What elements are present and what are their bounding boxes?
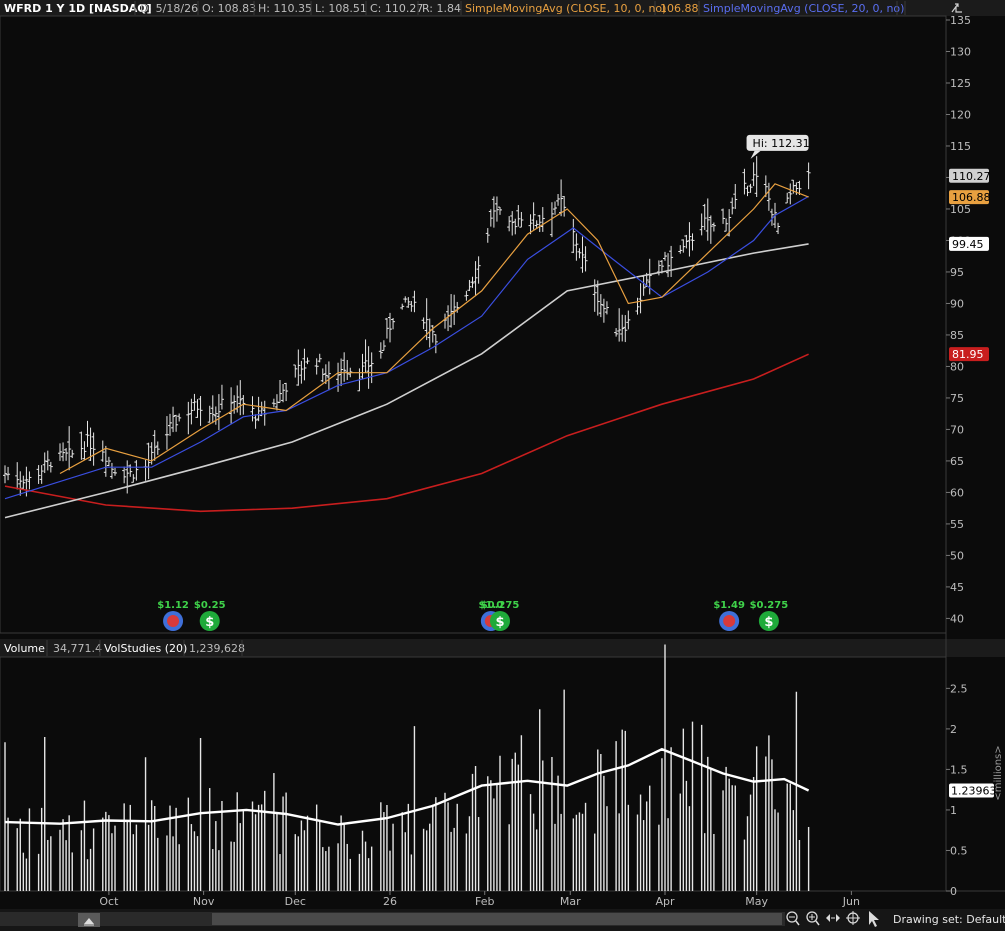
- time-tick-label: Oct: [99, 895, 119, 908]
- price-label: 99.45: [949, 236, 989, 251]
- price-label-text: 106.88: [952, 191, 991, 204]
- dividend-label: $0.275: [481, 600, 520, 611]
- price-tick-label: 65: [950, 455, 964, 468]
- earnings-icon-core: [723, 615, 736, 627]
- time-tick-label: May: [745, 895, 768, 908]
- time-axis: Oct Nov Dec 26 Feb Mar Apr May Jun: [99, 891, 860, 908]
- range-label: R: 1.84: [422, 2, 461, 15]
- scroll-left-icon[interactable]: [78, 913, 100, 927]
- price-tick-label: 125: [950, 77, 971, 90]
- price-tick-label: 60: [950, 486, 964, 499]
- price-tick-label: 130: [950, 45, 971, 58]
- volume-tick-label: 2: [950, 723, 957, 736]
- volstudies-label[interactable]: VolStudies (20): [104, 642, 187, 655]
- volume-tick-label: 1.5: [950, 763, 968, 776]
- price-tick-label: 40: [950, 612, 964, 625]
- symbol-label[interactable]: WFRD 1 Y 1D [NASDAQ]: [4, 2, 152, 15]
- price-tick-label: 105: [950, 203, 971, 216]
- scrollbar-thumb[interactable]: [212, 913, 782, 925]
- price-tick-label: 70: [950, 423, 964, 436]
- time-tick-label: Mar: [560, 895, 581, 908]
- price-tick-label: 85: [950, 329, 964, 342]
- dividend-icon-glyph: $: [764, 615, 773, 630]
- sma10-value: 106.88: [660, 2, 699, 15]
- price-label-text: 81.95: [952, 348, 984, 361]
- low-label: L: 108.51: [315, 2, 367, 15]
- dividend-label: $0.25: [194, 600, 226, 611]
- dividend-icon-glyph: $: [495, 615, 504, 630]
- dividend-icon-glyph: $: [205, 615, 214, 630]
- earnings-label: $1.49: [713, 600, 745, 611]
- time-tick-label: Feb: [475, 895, 494, 908]
- volume-tick-label: 2.5: [950, 682, 968, 695]
- volume-value: 34,771.4: [53, 642, 102, 655]
- stock-chart[interactable]: WFRD 1 Y 1D [NASDAQ] D: 5/18/26 O: 108.8…: [0, 0, 1005, 931]
- header-group: WFRD 1 Y 1D [NASDAQ] D: 5/18/26 O: 108.8…: [4, 2, 904, 15]
- price-tick-label: 120: [950, 108, 971, 121]
- price-tick-label: 90: [950, 297, 964, 310]
- close-label: C: 110.27: [370, 2, 423, 15]
- time-tick-label: Nov: [193, 895, 215, 908]
- price-label: 81.95: [949, 347, 989, 362]
- volume-tick-label: 0.5: [950, 844, 968, 857]
- volume-tick-label: 0: [950, 885, 957, 898]
- volume-unit-label: <millions>: [993, 745, 1004, 800]
- price-tick-label: 95: [950, 266, 964, 279]
- open-label: O: 108.83: [202, 2, 256, 15]
- time-tick-label: Dec: [285, 895, 306, 908]
- volume-level-label: 1.23963: [949, 783, 997, 798]
- price-label-text: 110.27: [952, 170, 991, 183]
- price-label: 106.88: [949, 190, 991, 205]
- high-label: H: 110.35: [258, 2, 312, 15]
- price-label-text: 99.45: [952, 238, 984, 251]
- time-tick-label: 26: [383, 895, 397, 908]
- dividend-label: $0.275: [750, 600, 789, 611]
- price-axis: 4045505560657075808590951001051101151201…: [946, 14, 971, 625]
- price-tick-label: 55: [950, 518, 964, 531]
- high-annotation-text: Hi: 112.31: [753, 137, 810, 150]
- sma10-label[interactable]: SimpleMovingAvg (CLOSE, 10, 0, no): [465, 2, 666, 15]
- volstudies-value: 1,239,628: [189, 642, 245, 655]
- price-tick-label: 75: [950, 392, 964, 405]
- earnings-icon-core: [167, 615, 180, 627]
- price-label: 110.27: [949, 168, 991, 183]
- volume-header-group: Volume 34,771.4 VolStudies (20) 1,239,62…: [4, 642, 245, 655]
- price-tick-label: 115: [950, 140, 971, 153]
- price-tick-label: 135: [950, 14, 971, 27]
- volume-label[interactable]: Volume: [4, 642, 45, 655]
- volume-level-text: 1.23963: [951, 785, 997, 798]
- drawing-set-label[interactable]: Drawing set: Default: [893, 913, 1005, 926]
- time-tick-label: Apr: [655, 895, 675, 908]
- price-tick-label: 50: [950, 549, 964, 562]
- price-pane[interactable]: [0, 15, 947, 634]
- time-tick-label: Jun: [842, 895, 860, 908]
- sma20-label[interactable]: SimpleMovingAvg (CLOSE, 20, 0, no): [703, 2, 904, 15]
- volume-tick-label: 1: [950, 804, 957, 817]
- price-tick-label: 80: [950, 360, 964, 373]
- date-label: D: 5/18/26: [140, 2, 198, 15]
- price-tick-label: 45: [950, 581, 964, 594]
- earnings-label: $1.12: [157, 600, 189, 611]
